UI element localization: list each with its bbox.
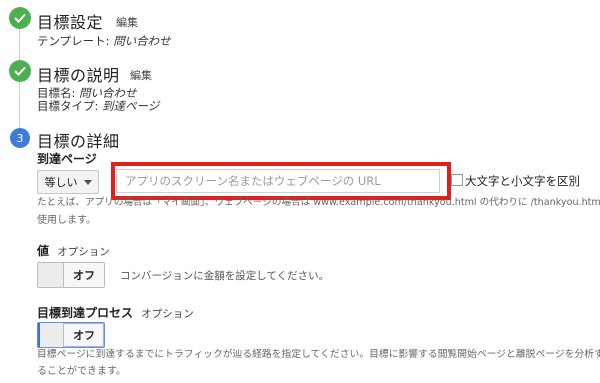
destination-help-line1: たとえば、アプリの場合は「マイ画面」、ウェブページの場合は www.exampl… xyxy=(37,197,600,208)
case-sensitive-checkbox[interactable] xyxy=(451,174,463,186)
step3-number-badge: 3 xyxy=(10,128,30,148)
toggle-knob xyxy=(38,323,64,347)
destination-help-line2: 使用します。 xyxy=(37,215,96,226)
step2-goal-type: 目標タイプ: 到達ページ xyxy=(37,98,159,114)
goal-type-value: 到達ページ xyxy=(102,99,160,113)
value-title: 値 xyxy=(37,244,50,258)
funnel-label: 目標到達プロセス オプション xyxy=(37,304,194,321)
step-complete-check-icon xyxy=(9,60,31,82)
case-sensitive-label: 大文字と小文字を区別 xyxy=(465,174,580,188)
value-optional: オプション xyxy=(57,246,110,258)
step2-title: 目標の説明 xyxy=(37,66,120,85)
goal-type-label: 目標タイプ: xyxy=(37,99,103,113)
step3-title: 目標の詳細 xyxy=(37,132,120,151)
value-toggle[interactable]: オフ xyxy=(37,262,105,288)
funnel-toggle-label: オフ xyxy=(73,329,95,342)
toggle-knob xyxy=(38,263,64,287)
template-label: テンプレート: xyxy=(37,34,114,48)
chevron-down-icon xyxy=(83,179,92,185)
value-help: コンバージョンに金額を設定してください。 xyxy=(120,270,330,282)
step1-template: テンプレート: 問い合わせ xyxy=(37,33,171,49)
funnel-title: 目標到達プロセス xyxy=(37,306,134,320)
match-type-value: 等しい xyxy=(44,176,78,189)
funnel-help-line2: ることができます。 xyxy=(37,366,126,377)
step1-edit-link[interactable]: 編集 xyxy=(116,14,138,30)
destination-url-input[interactable] xyxy=(116,169,440,193)
step1-title: 目標設定 xyxy=(37,13,104,32)
value-label: 値 オプション xyxy=(37,242,110,259)
funnel-toggle[interactable]: オフ xyxy=(37,322,105,348)
step-complete-check-icon xyxy=(9,7,31,29)
value-toggle-label: オフ xyxy=(73,269,95,282)
template-value: 問い合わせ xyxy=(113,34,171,48)
funnel-optional: オプション xyxy=(141,308,194,320)
destination-label: 到達ページ xyxy=(37,152,97,166)
step2-edit-link[interactable]: 編集 xyxy=(130,67,152,83)
funnel-help-line1: 目標ページに到達するまでにトラフィックが辿る経路を指定してください。目標に影響す… xyxy=(37,349,600,360)
match-type-select[interactable]: 等しい xyxy=(37,170,99,194)
